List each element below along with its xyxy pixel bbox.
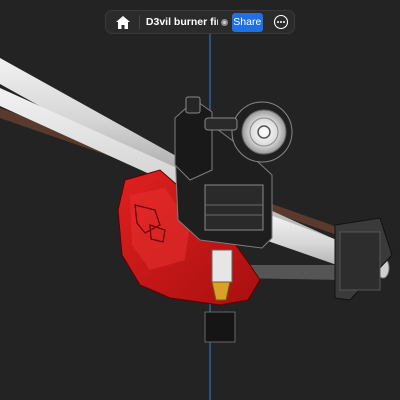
extruder-knob [185, 96, 201, 114]
carriage-plate [204, 184, 264, 231]
document-title[interactable]: D3vil burner final... [146, 16, 218, 28]
share-button[interactable]: Share [231, 12, 263, 32]
fan-hub [241, 109, 287, 155]
motor-housing [339, 231, 381, 291]
more-options-icon [274, 14, 289, 30]
toolbar-divider [138, 15, 140, 29]
heater-block [211, 249, 233, 283]
home-icon [116, 15, 131, 29]
home-button[interactable] [114, 12, 133, 32]
sync-status-icon [221, 18, 228, 26]
more-options-button[interactable] [273, 13, 290, 31]
fan-arm [204, 117, 238, 131]
3d-model-viewport[interactable] [0, 0, 400, 400]
probe [204, 311, 236, 343]
document-toolbar: D3vil burner final... Share [105, 10, 295, 34]
